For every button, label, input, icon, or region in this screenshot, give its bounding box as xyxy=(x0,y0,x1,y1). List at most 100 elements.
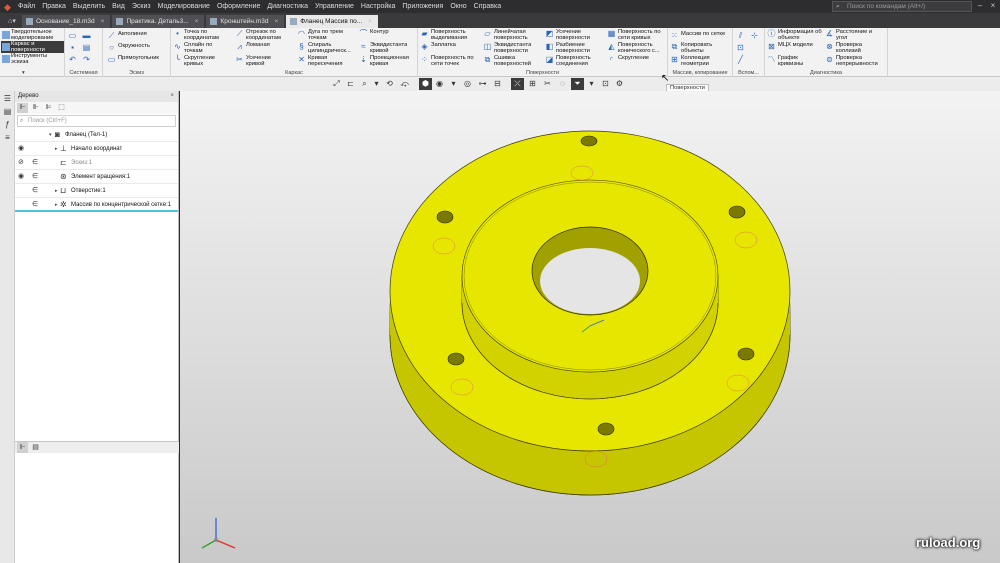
continuity-check-button[interactable]: ⊜ Проверка непрерывности xyxy=(825,55,878,67)
aux-plane-button[interactable]: ⫽ xyxy=(736,31,747,40)
command-search-input[interactable]: ⌕ Поиск по командам (Alt+/) xyxy=(832,1,972,12)
tree-item-part[interactable]: ▾ ◙ Фланец (Тел-1) xyxy=(15,128,178,142)
spline-by-points-button[interactable]: ∿ Сплайн по точкам xyxy=(173,42,212,54)
eye-icon[interactable]: ◉ xyxy=(18,142,24,156)
polyline-button[interactable]: ⩘ Ломаная xyxy=(235,42,270,51)
intersection-curve-button[interactable]: ✕ Кривая пересечения xyxy=(297,55,342,67)
save-button[interactable]: ▪ xyxy=(68,43,79,52)
3d-viewport[interactable] xyxy=(180,91,1000,563)
menu-settings[interactable]: Настройка xyxy=(361,3,395,10)
tree-item-revolve[interactable]: ◉ ∈ ⊛ Элемент вращения:1 xyxy=(15,170,178,184)
circle-button[interactable]: ○ Окружность xyxy=(107,43,150,52)
aux-line-button[interactable]: ╱ xyxy=(736,55,747,64)
trim-surface-button[interactable]: ◩ Усечение поверхности xyxy=(545,29,590,41)
arc-three-points-button[interactable]: ◠ Дуга по трем точкам xyxy=(297,29,343,41)
stitch-surfaces-button[interactable]: ⧉ Сшивка поверхностей xyxy=(483,55,531,67)
redo-button[interactable]: ↷ xyxy=(82,55,93,64)
visibility-icon[interactable]: ◎ xyxy=(461,78,474,90)
extrude-surface-button[interactable]: ▰ Поверхность выделивания xyxy=(420,29,467,41)
curve-offset-button[interactable]: ≈ Эквидистанта кривой xyxy=(359,42,407,54)
filter-dropdown-icon[interactable]: ▾ xyxy=(585,78,598,90)
trim-view-icon[interactable]: ✂ xyxy=(541,78,554,90)
section-icon[interactable]: ⊶ xyxy=(476,78,489,90)
cylindrical-spiral-button[interactable]: § Спираль цилиндрическ... xyxy=(297,42,350,54)
split-surface-button[interactable]: ◧ Разбиение поверхности xyxy=(545,42,590,54)
mass-properties-button[interactable]: ⊠ МЦХ модели xyxy=(767,42,813,51)
segment-by-coords-button[interactable]: ⟋ Отрезок по координатам xyxy=(235,29,281,41)
patch-button[interactable]: ◈ Заплатка xyxy=(420,42,455,51)
curve-trim-button[interactable]: ✂ Усечение кривой xyxy=(235,55,271,67)
point-by-coords-button[interactable]: • Точка по координатам xyxy=(173,29,219,41)
tab-flanec[interactable]: Фланец Массив по... × xyxy=(286,15,378,28)
minimize-icon[interactable]: – xyxy=(975,1,985,10)
collision-check-button[interactable]: ⊗ Проверка коллизий xyxy=(825,42,862,54)
close-tab-icon[interactable]: × xyxy=(368,15,372,28)
mode-solid-modeling[interactable]: Твердотельное моделирование xyxy=(1,29,64,41)
undo-button[interactable]: ↶ xyxy=(68,55,79,64)
eye-icon[interactable]: ◉ xyxy=(18,170,24,184)
contour-button[interactable]: ⌒ Контур xyxy=(359,29,389,38)
grid-array-button[interactable]: ⁙ Массив по сетке xyxy=(670,31,725,40)
geometry-collection-button[interactable]: ⊞ Коллекция геометрии xyxy=(670,55,710,67)
curvature-graph-button[interactable]: 〽 График кривизны xyxy=(767,55,804,67)
tree-item-hole[interactable]: ∈ ▸ ⊔ Отверстие:1 xyxy=(15,184,178,198)
layers-panel-icon[interactable]: ≡ xyxy=(3,133,12,142)
flange-model[interactable] xyxy=(180,91,1000,563)
tree-structure-icon[interactable]: ⊩ xyxy=(17,103,28,113)
menu-manage[interactable]: Управление xyxy=(315,3,354,10)
open-doc-button[interactable]: ▬ xyxy=(82,31,93,40)
snap-icon[interactable]: ⤫ xyxy=(511,78,524,90)
curve-fillet-button[interactable]: ╰ Скругление кривых xyxy=(173,55,215,67)
tree-item-sketch[interactable]: ⊘ ∈ ⊏ Эскиз:1 xyxy=(15,156,178,170)
surfaces-group-label[interactable]: Поверхности xyxy=(418,69,667,77)
tree-search-input[interactable]: ⌕ Поиск (Ctrl+F) xyxy=(17,115,176,127)
variables-panel-icon[interactable]: ƒ xyxy=(3,120,12,129)
close-window-icon[interactable]: × xyxy=(988,1,998,10)
menu-drafting[interactable]: Оформление xyxy=(217,3,260,10)
display-style-icon[interactable]: ◉ xyxy=(433,78,446,90)
tab-praktika[interactable]: Практика. Деталь3... × xyxy=(112,15,205,28)
close-tab-icon[interactable]: × xyxy=(274,15,278,28)
filter-icon[interactable]: ⏷ xyxy=(571,78,584,90)
menu-diagnostics[interactable]: Диагностика xyxy=(267,3,308,10)
home-icon[interactable]: ⌂▾ xyxy=(2,15,22,28)
menu-window[interactable]: Окно xyxy=(450,3,466,10)
close-panel-icon[interactable]: × xyxy=(170,91,174,102)
menu-help[interactable]: Справка xyxy=(474,3,501,10)
ruled-surface-button[interactable]: ▱ Линейчатая поверхность xyxy=(483,29,527,41)
tab-osnovanie[interactable]: Основание_18.m3d × xyxy=(22,15,111,28)
collapse-icon[interactable]: ▾ xyxy=(49,128,52,142)
menu-file[interactable]: Файл xyxy=(18,3,35,10)
rectangle-button[interactable]: ▭ Прямоугольник xyxy=(107,55,159,64)
aux-axis-button[interactable]: ⊹ xyxy=(750,31,761,40)
point-network-surface-button[interactable]: ⁘ Поверхность по сети точек xyxy=(420,55,474,67)
zoom-fit-icon[interactable]: ⤢ xyxy=(330,78,343,90)
menu-sketch[interactable]: Эскиз xyxy=(132,3,151,10)
print-button[interactable]: ▤ xyxy=(82,43,93,52)
expand-icon[interactable]: ▸ xyxy=(55,198,58,212)
surface-offset-button[interactable]: ◫ Эквидистанта поверхности xyxy=(483,42,532,54)
properties-view-icon[interactable]: ⊡ xyxy=(599,78,612,90)
tab-kronshtein[interactable]: Кронштейн.m3d × xyxy=(206,15,285,28)
menu-view[interactable]: Вид xyxy=(112,3,125,10)
properties-tab-icon[interactable]: ▤ xyxy=(30,442,41,453)
tree-hierarchy-icon[interactable]: ⊪ xyxy=(30,103,41,113)
expand-icon[interactable]: ▸ xyxy=(55,184,58,198)
menu-modeling[interactable]: Моделирование xyxy=(158,3,210,10)
new-doc-button[interactable]: ▭ xyxy=(68,31,79,40)
close-tab-icon[interactable]: × xyxy=(101,15,105,28)
projection-curve-button[interactable]: ⇣ Проекционная кривая xyxy=(359,55,409,67)
conic-surface-button[interactable]: ◭ Поверхность конического с... xyxy=(607,42,659,54)
tree-filter-icon[interactable]: ⊫ xyxy=(43,103,54,113)
aux-point-button[interactable]: ⊡ xyxy=(736,43,747,52)
tree-item-origin[interactable]: ◉ ▸ ⊥ Начало координат xyxy=(15,142,178,156)
menu-select[interactable]: Выделить xyxy=(73,3,105,10)
close-tab-icon[interactable]: × xyxy=(195,15,199,28)
blend-surface-button[interactable]: ◪ Поверхность соединения xyxy=(545,55,591,67)
object-info-button[interactable]: ⓘ Информация об объекте xyxy=(767,29,822,41)
display-dropdown-icon[interactable]: ▾ xyxy=(447,78,460,90)
expand-icon[interactable]: ▸ xyxy=(55,142,58,156)
orientation-icon[interactable]: ⬢ xyxy=(419,78,432,90)
tree-item-array[interactable]: ∈ ▸ ✲ Массив по концентрической сетке:1 xyxy=(15,198,178,212)
menu-edit[interactable]: Правка xyxy=(42,3,66,10)
